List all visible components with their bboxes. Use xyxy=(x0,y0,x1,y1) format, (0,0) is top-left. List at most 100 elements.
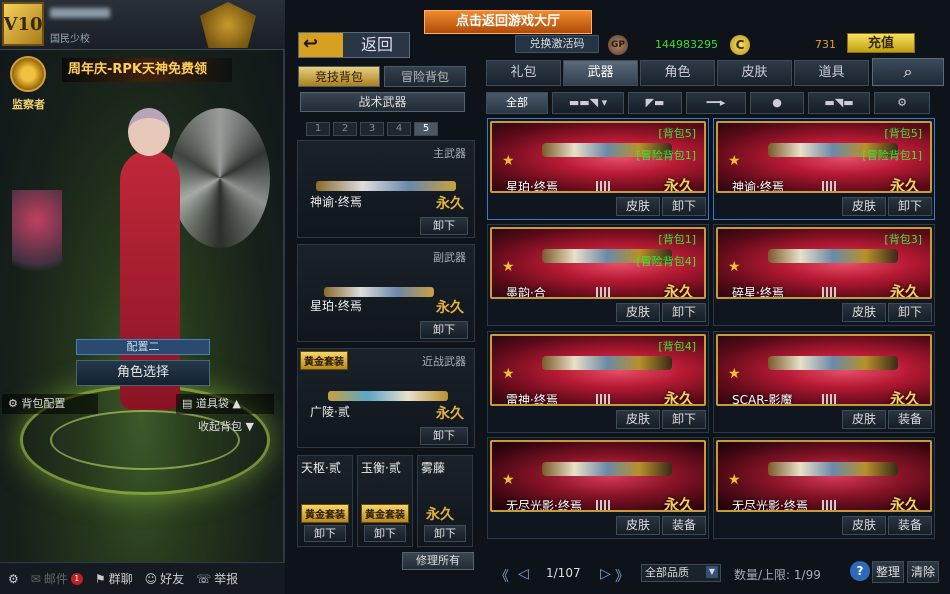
skin-button[interactable]: 皮肤 xyxy=(842,410,886,429)
equip-button[interactable]: 装备 xyxy=(888,516,932,535)
weapon-card[interactable]: [背包5] [冒险背包1] ★ 神谕·终焉 永久 皮肤 卸下 xyxy=(713,118,935,220)
bag-page-4[interactable]: 4 xyxy=(387,122,411,136)
group-chat-button[interactable]: ⚑ 群聊 xyxy=(91,570,137,587)
bag-page-3[interactable]: 3 xyxy=(360,122,384,136)
skin-button[interactable]: 皮肤 xyxy=(616,410,660,429)
bag-config-button[interactable]: ⚙ 背包配置 xyxy=(2,394,98,414)
tactical-weapons-button[interactable]: 战术武器 xyxy=(300,92,465,112)
tab-roles[interactable]: 角色 xyxy=(640,60,715,86)
equip-button[interactable]: 卸下 xyxy=(888,197,932,216)
weapon-card[interactable]: ★ 无尽光影·终焉 永久 皮肤 装备 xyxy=(713,437,935,539)
bag-page-2[interactable]: 2 xyxy=(333,122,357,136)
equip-button[interactable]: 卸下 xyxy=(662,303,706,322)
mail-button[interactable]: ✉ 邮件 1 xyxy=(27,570,87,587)
filter-rifle[interactable]: ▬▬◥ ▾ xyxy=(552,92,624,114)
secondary-weapon-slot[interactable]: 副武器 星珀·终焉 永久 卸下 xyxy=(297,244,475,342)
tab-weapons[interactable]: 武器 xyxy=(563,60,638,86)
anniversary-banner[interactable]: 周年庆-RPK天神免费领 xyxy=(62,58,232,82)
weapon-card[interactable]: [背包1] [冒险背包4] ★ 墨韵·合 永久 皮肤 卸下 xyxy=(487,224,709,326)
skin-button[interactable]: 皮肤 xyxy=(616,197,660,216)
charge-button[interactable]: 充值 xyxy=(847,33,915,53)
role-select-button[interactable]: 角色选择 xyxy=(76,360,210,386)
unload-button[interactable]: 卸下 xyxy=(420,427,468,445)
filter-grenade[interactable]: ● xyxy=(750,92,804,114)
help-button[interactable]: ? xyxy=(850,561,870,581)
filter-all[interactable]: 全部 xyxy=(486,92,548,114)
weapon-card[interactable]: ★ 无尽光影·终焉 永久 皮肤 装备 xyxy=(487,437,709,539)
equip-button[interactable]: 卸下 xyxy=(662,410,706,429)
return-lobby-button[interactable]: 点击返回游戏大厅 xyxy=(424,10,592,34)
vip-badge: V10 xyxy=(2,2,44,46)
player-profile: V10 国民少校 xyxy=(0,0,285,50)
watcher-icon[interactable] xyxy=(10,56,46,92)
organize-button[interactable]: 整理 xyxy=(872,561,904,583)
bag-icon: ▤ xyxy=(182,397,196,410)
filter-pistol[interactable]: ◤▬ xyxy=(628,92,682,114)
next-page-button[interactable]: ▷ xyxy=(600,566,611,582)
bag-page-1[interactable]: 1 xyxy=(306,122,330,136)
tool-bag-button[interactable]: ▤ 道具袋 ▲ xyxy=(176,394,274,414)
report-button[interactable]: ☏ 举报 xyxy=(192,570,242,587)
knife-icon: ━━▸ xyxy=(706,96,726,109)
tab-gift[interactable]: 礼包 xyxy=(486,60,561,86)
unload-button[interactable]: 卸下 xyxy=(420,217,468,235)
filter-smg[interactable]: ▬◥▬ xyxy=(808,92,870,114)
tab-adventure-bag[interactable]: 冒险背包 xyxy=(384,66,466,87)
primary-weapon-slot[interactable]: 主武器 神谕·终焉 永久 卸下 xyxy=(297,140,475,238)
redeem-code-button[interactable]: 兑换激活码 xyxy=(515,35,599,53)
smg-icon: ▬◥▬ xyxy=(824,96,854,109)
unload-button[interactable]: 卸下 xyxy=(364,525,406,542)
unload-button[interactable]: 卸下 xyxy=(420,321,468,339)
equip-button[interactable]: 装备 xyxy=(888,410,932,429)
skin-button[interactable]: 皮肤 xyxy=(842,516,886,535)
config-label[interactable]: 配置二 xyxy=(76,339,210,355)
prev-page-button[interactable]: ◁ xyxy=(518,566,529,582)
signal-bars-icon xyxy=(822,394,836,404)
weapon-card[interactable]: [背包5] [冒险背包1] ★ 星珀·终焉 永久皮肤 卸下 xyxy=(487,118,709,220)
tool-bag-label: 道具袋 xyxy=(195,397,229,410)
gear-icon: ⚙ xyxy=(8,571,19,586)
equip-button[interactable]: 卸下 xyxy=(888,303,932,322)
bag-tag: [背包5] xyxy=(884,127,922,140)
unload-button[interactable]: 卸下 xyxy=(424,525,466,542)
clan-emblem[interactable] xyxy=(200,2,256,48)
throwable-slot-1[interactable]: 天枢·贰 黄金套装 卸下 xyxy=(297,455,353,547)
skin-button[interactable]: 皮肤 xyxy=(616,516,660,535)
skin-button[interactable]: 皮肤 xyxy=(616,303,660,322)
collapse-bag-button[interactable]: 收起背包 ▼ xyxy=(198,418,254,434)
skin-button[interactable]: 皮肤 xyxy=(842,303,886,322)
weapon-art: [背包4] ★ 雷神·终焉 永久 xyxy=(490,334,706,406)
first-page-button[interactable]: 《 xyxy=(495,566,509,586)
watcher-label: 监察者 xyxy=(12,98,45,111)
throwable-slot-3[interactable]: 雾藤 永久 卸下 xyxy=(417,455,473,547)
equip-button[interactable]: 卸下 xyxy=(662,197,706,216)
weapon-name: 碎星·终焉 xyxy=(732,286,784,299)
filter-knife[interactable]: ━━▸ xyxy=(686,92,746,114)
friends-button[interactable]: ☺ 好友 xyxy=(141,570,189,587)
skin-button[interactable]: 皮肤 xyxy=(842,197,886,216)
chevron-down-icon[interactable]: ▼ xyxy=(706,566,718,578)
last-page-button[interactable]: 》 xyxy=(615,566,629,586)
tab-items[interactable]: 道具 xyxy=(794,60,869,86)
search-button[interactable]: ⌕ xyxy=(872,58,944,86)
clear-button[interactable]: 清除 xyxy=(907,561,939,583)
equip-button[interactable]: 装备 xyxy=(662,516,706,535)
mail-icon: ✉ xyxy=(30,571,41,586)
filter-settings[interactable]: ⚙ xyxy=(874,92,930,114)
tab-competitive-bag[interactable]: 竞技背包 xyxy=(298,66,380,87)
permanent-label: 永久 xyxy=(436,300,464,316)
bag-page-5[interactable]: 5 xyxy=(414,122,438,136)
weapon-card[interactable]: [背包4] ★ 雷神·终焉 永久皮肤 卸下 xyxy=(487,331,709,433)
weapon-card[interactable]: ★ SCAR-影魔 永久 皮肤 装备 xyxy=(713,331,935,433)
weapon-card[interactable]: [背包3] ★ 碎星·终焉 永久 皮肤 卸下 xyxy=(713,224,935,326)
melee-weapon-slot[interactable]: 黄金套装 近战武器 广陵·贰 永久 卸下 xyxy=(297,348,475,448)
gp-coin-icon: GP xyxy=(608,35,628,55)
weapon-art: [背包5] [冒险背包1] ★ 星珀·终焉 永久 xyxy=(490,121,706,193)
tab-skins[interactable]: 皮肤 xyxy=(717,60,792,86)
settings-button[interactable]: ⚙ xyxy=(4,572,23,586)
mail-label: 邮件 xyxy=(43,572,68,586)
unload-button[interactable]: 卸下 xyxy=(304,525,346,542)
repair-all-button[interactable]: 修理所有 xyxy=(402,552,474,570)
throwable-slot-2[interactable]: 玉衡·贰 黄金套装 卸下 xyxy=(357,455,413,547)
star-icon: ★ xyxy=(728,259,741,275)
